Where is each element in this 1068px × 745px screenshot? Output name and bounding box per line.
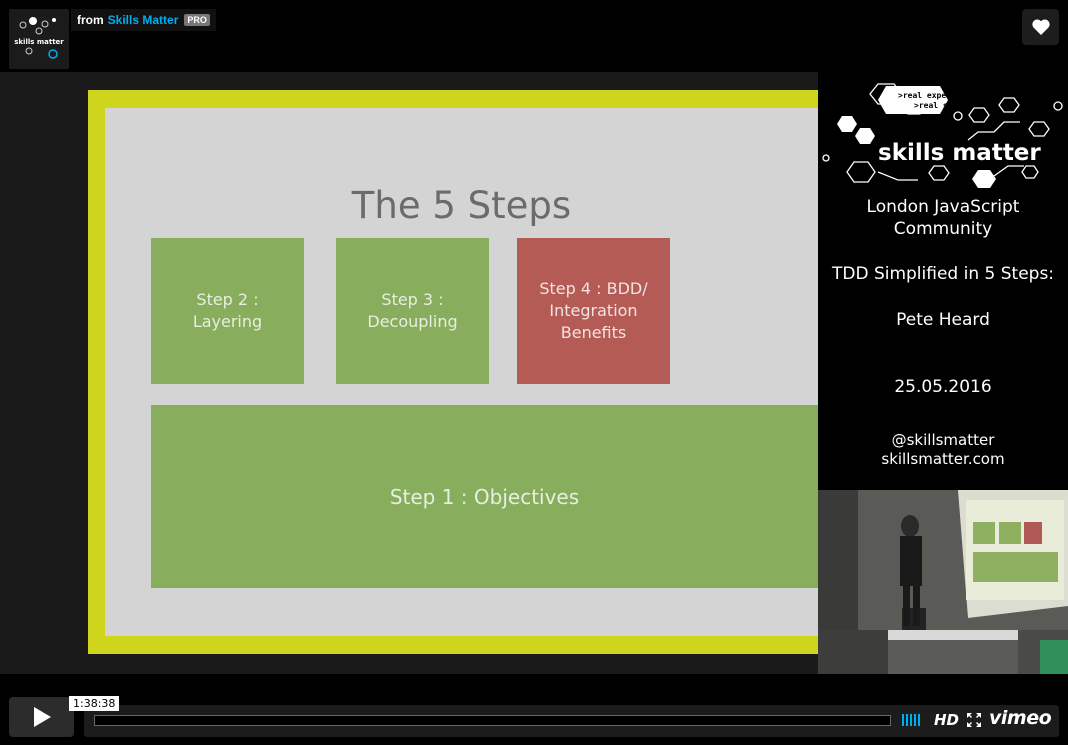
skills-matter-brand-logo: >real experts >real skills skills matter [822,83,1063,188]
channel-logo-text: skills matter [14,38,64,46]
tagline-2: >real skills [914,100,972,110]
step-3-label: Step 3 : Decoupling [367,290,458,331]
play-button[interactable] [9,697,74,737]
step-1-box: Step 1 : Objectives [151,405,818,588]
step-4-box: Step 4 : BDD/ Integration Benefits [517,238,670,384]
step-3-box: Step 3 : Decoupling [336,238,489,384]
step-4-label: Step 4 : BDD/ Integration Benefits [539,279,648,342]
event-line-1: London JavaScript [866,197,1020,217]
event-info-panel: >real experts >real skills skills matter… [818,72,1068,490]
channel-avatar[interactable]: skills matter [9,9,69,69]
presentation-slide: The 5 Steps Step 2 : Layering Step 3 : D… [0,72,828,674]
fullscreen-icon [967,713,981,727]
talk-title: TDD Simplified in 5 Steps: [831,264,1055,284]
fullscreen-button[interactable] [967,712,981,731]
tagline-1: >real experts [898,91,961,100]
step-1-label: Step 1 : Objectives [389,484,580,509]
website: skillsmatter.com [881,450,1005,468]
volume-bar [914,714,916,726]
speaker-camera-image [818,490,1068,674]
twitter-handle: @skillsmatter [891,431,995,449]
play-icon [33,707,51,727]
brand-name: skills matter [878,140,1041,166]
like-button[interactable] [1022,9,1059,45]
event-line-2: Community [893,219,993,239]
volume-bar [918,714,920,726]
speaker-name: Pete Heard [896,310,990,330]
volume-bar [910,714,912,726]
vimeo-logo-link[interactable]: vimeo [989,707,1052,729]
skills-matter-logo-icon: skills matter [14,17,64,59]
pro-badge: PRO [184,14,210,26]
volume-bar [902,714,904,726]
progress-track[interactable] [94,715,891,726]
video-player[interactable]: The 5 Steps Step 2 : Layering Step 3 : D… [0,72,1068,674]
volume-bar [906,714,908,726]
slide-title: The 5 Steps [351,184,572,227]
from-label: from [77,13,104,27]
volume-control[interactable] [902,714,920,726]
event-date: 25.05.2016 [894,377,992,397]
time-display: 1:38:38 [69,696,120,711]
author-link[interactable]: Skills Matter [108,13,179,27]
step-2-box: Step 2 : Layering [151,238,304,384]
speaker-camera-feed [818,490,1068,674]
step-2-label: Step 2 : Layering [192,290,263,331]
hd-toggle[interactable]: HD [934,711,959,729]
heart-icon [1031,19,1050,35]
byline: from Skills Matter PRO [71,9,216,31]
